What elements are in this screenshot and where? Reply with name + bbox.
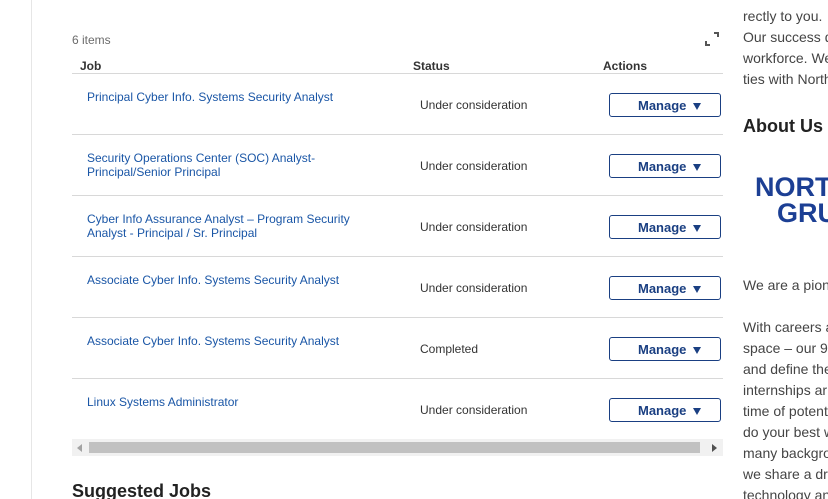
application-status: Completed (420, 342, 479, 356)
expand-icon[interactable] (703, 30, 721, 48)
caret-down-icon (693, 347, 701, 354)
horizontal-scrollbar[interactable] (72, 439, 723, 456)
job-title-line: Principal/Senior Principal (87, 165, 221, 179)
sidebar-text-line: rectly to you. (743, 8, 823, 24)
manage-button[interactable]: Manage (609, 154, 721, 178)
manage-label: Manage (638, 159, 687, 174)
manage-button[interactable]: Manage (609, 276, 721, 300)
application-status: Under consideration (420, 281, 528, 295)
job-title-link[interactable]: Principal Cyber Info. Systems Security A… (87, 90, 357, 104)
left-border (31, 0, 32, 499)
caret-down-icon (693, 225, 701, 232)
job-title-line: Associate Cyber Info. Systems Security A… (87, 273, 340, 287)
table-row: Principal Cyber Info. Systems Security A… (72, 74, 723, 135)
sidebar-text-line: space – our 9 (743, 340, 828, 356)
job-title-link[interactable]: Cyber Info Assurance Analyst – Program S… (87, 212, 357, 240)
caret-down-icon (693, 286, 701, 293)
job-title-link[interactable]: Linux Systems Administrator (87, 395, 357, 409)
column-header-status[interactable]: Status (413, 59, 450, 73)
table-header: Job Status Actions (72, 56, 723, 74)
sidebar-text-line: workforce. We (743, 50, 828, 66)
manage-button[interactable]: Manage (609, 337, 721, 361)
sidebar-text-line: do your best w (743, 424, 828, 440)
about-sidebar: rectly to you. Our success d workforce. … (743, 0, 828, 499)
manage-button[interactable]: Manage (609, 215, 721, 239)
manage-label: Manage (638, 403, 687, 418)
sidebar-text-line: ties with North (743, 71, 828, 87)
items-count: 6 items (72, 33, 111, 47)
manage-label: Manage (638, 220, 687, 235)
job-title-line: Associate Cyber Info. Systems Security A… (87, 334, 340, 348)
column-header-actions: Actions (603, 59, 648, 73)
scroll-right-icon[interactable] (712, 444, 717, 452)
caret-down-icon (693, 408, 701, 415)
sidebar-text-line: With careers a (743, 319, 828, 335)
sidebar-text-line: time of potent (743, 403, 828, 419)
sidebar-text-line: internships ar (743, 382, 828, 398)
column-header-job[interactable]: Job (80, 59, 101, 73)
job-title-link[interactable]: Associate Cyber Info. Systems Security A… (87, 273, 357, 287)
job-title-link[interactable]: Security Operations Center (SOC) Analyst… (87, 151, 357, 179)
sidebar-text-line: Our success d (743, 29, 828, 45)
about-us-heading: About Us (743, 116, 823, 136)
scrollbar-thumb[interactable] (89, 442, 700, 453)
suggested-jobs-heading: Suggested Jobs (72, 481, 212, 499)
scroll-left-icon[interactable] (77, 444, 82, 452)
application-status: Under consideration (420, 159, 528, 173)
sidebar-intro: We are a pion (743, 277, 828, 293)
manage-button[interactable]: Manage (609, 93, 721, 117)
application-status: Under consideration (420, 220, 528, 234)
table-row: Linux Systems Administrator Under consid… (72, 379, 723, 440)
job-title-link[interactable]: Associate Cyber Info. Systems Security A… (87, 334, 357, 348)
manage-label: Manage (638, 98, 687, 113)
job-title-line: Linux Systems Administrator (87, 395, 239, 409)
applications-table: Job Status Actions Principal Cyber Info.… (72, 56, 723, 440)
job-title-line: Security Operations Center (SOC) Analyst… (87, 151, 316, 165)
sidebar-text-line: and define the (743, 361, 828, 377)
job-title-line: Principal Cyber Info. Systems Security A… (87, 90, 334, 104)
table-row: Associate Cyber Info. Systems Security A… (72, 257, 723, 318)
manage-label: Manage (638, 281, 687, 296)
table-row: Associate Cyber Info. Systems Security A… (72, 318, 723, 379)
job-title-line: Analyst - Principal / Sr. Principal (87, 226, 258, 240)
company-logo: NORT GRU (755, 172, 828, 228)
manage-label: Manage (638, 342, 687, 357)
manage-button[interactable]: Manage (609, 398, 721, 422)
job-title-line: Cyber Info Assurance Analyst – Program S… (87, 212, 350, 226)
caret-down-icon (693, 103, 701, 110)
sidebar-text-line: many backgro (743, 445, 828, 461)
sidebar-text-line: we share a dri (743, 466, 828, 482)
table-row: Cyber Info Assurance Analyst – Program S… (72, 196, 723, 257)
application-status: Under consideration (420, 98, 528, 112)
sidebar-text-line: technology an (743, 487, 828, 499)
table-row: Security Operations Center (SOC) Analyst… (72, 135, 723, 196)
caret-down-icon (693, 164, 701, 171)
application-status: Under consideration (420, 403, 528, 417)
logo-text-line-2: GRU (777, 198, 828, 228)
